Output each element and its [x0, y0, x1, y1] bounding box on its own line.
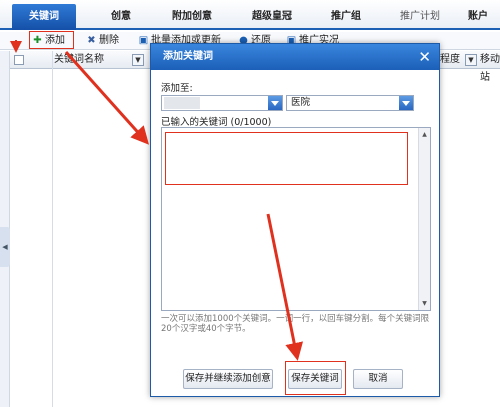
cancel-button[interactable]: 取消 [353, 369, 403, 389]
tab-keywords[interactable]: 关键词 [12, 4, 76, 30]
left-collapse-strip: ◀ [0, 51, 10, 407]
blurred-campaign-value [164, 97, 200, 109]
save-and-continue-button[interactable]: 保存并继续添加创意 [183, 369, 273, 389]
tab-creative[interactable]: 创意 [96, 4, 146, 30]
add-keyword-dialog: 添加关键词 ✕ 添加至: 医院 已输入的关键词 (0/1000) ▲ ▼ 一次可… [150, 43, 440, 397]
column-degree-dropdown[interactable]: ▼ [465, 54, 477, 66]
close-icon[interactable]: ✕ [418, 44, 431, 70]
add-button-highlight [29, 31, 74, 49]
top-tab-bar: 关键词 创意 附加创意 超级皇冠 推广组 推广计划 账户 [0, 0, 500, 30]
tab-extra-creative[interactable]: 附加创意 [160, 4, 224, 30]
save-button-highlight [285, 361, 346, 395]
batch-icon: ▣ [138, 35, 149, 46]
tab-super-crown[interactable]: 超级皇冠 [240, 4, 304, 30]
delete-button[interactable]: ✖ 删除 [86, 33, 119, 49]
chevron-down-icon [399, 96, 413, 110]
dialog-title: 添加关键词 [151, 44, 439, 70]
tab-ad-group[interactable]: 推广组 [318, 4, 374, 30]
delete-icon: ✖ [87, 35, 96, 46]
tab-account[interactable]: 账户 [458, 4, 498, 30]
column-name-dropdown[interactable]: ▼ [132, 54, 144, 66]
grid-column-divider [52, 51, 53, 407]
chevron-down-icon [268, 96, 282, 110]
scroll-down-icon[interactable]: ▼ [419, 298, 430, 309]
column-mobile: 移动站 [480, 54, 500, 83]
ad-group-select[interactable]: 医院 [286, 95, 414, 111]
textarea-highlight [165, 132, 408, 185]
column-keyword-name: 关键词名称 [54, 54, 104, 65]
campaign-select[interactable] [161, 95, 283, 111]
select-all-checkbox[interactable] [14, 55, 24, 65]
keyword-input-hint: 一次可以添加1000个关键词。一词一行，以回车键分割。每个关键词限20个汉字或4… [161, 314, 430, 334]
collapse-handle[interactable]: ◀ [0, 227, 10, 267]
column-degree: 程度 [440, 54, 460, 65]
ad-group-select-value: 医院 [291, 97, 311, 108]
textarea-scrollbar[interactable]: ▲ ▼ [418, 128, 430, 310]
tab-campaign[interactable]: 推广计划 [390, 4, 450, 30]
add-to-label: 添加至: [161, 83, 193, 94]
delete-button-label: 删除 [99, 35, 119, 46]
scroll-up-icon[interactable]: ▲ [419, 129, 430, 140]
entered-keywords-label: 已输入的关键词 (0/1000) [161, 117, 272, 128]
